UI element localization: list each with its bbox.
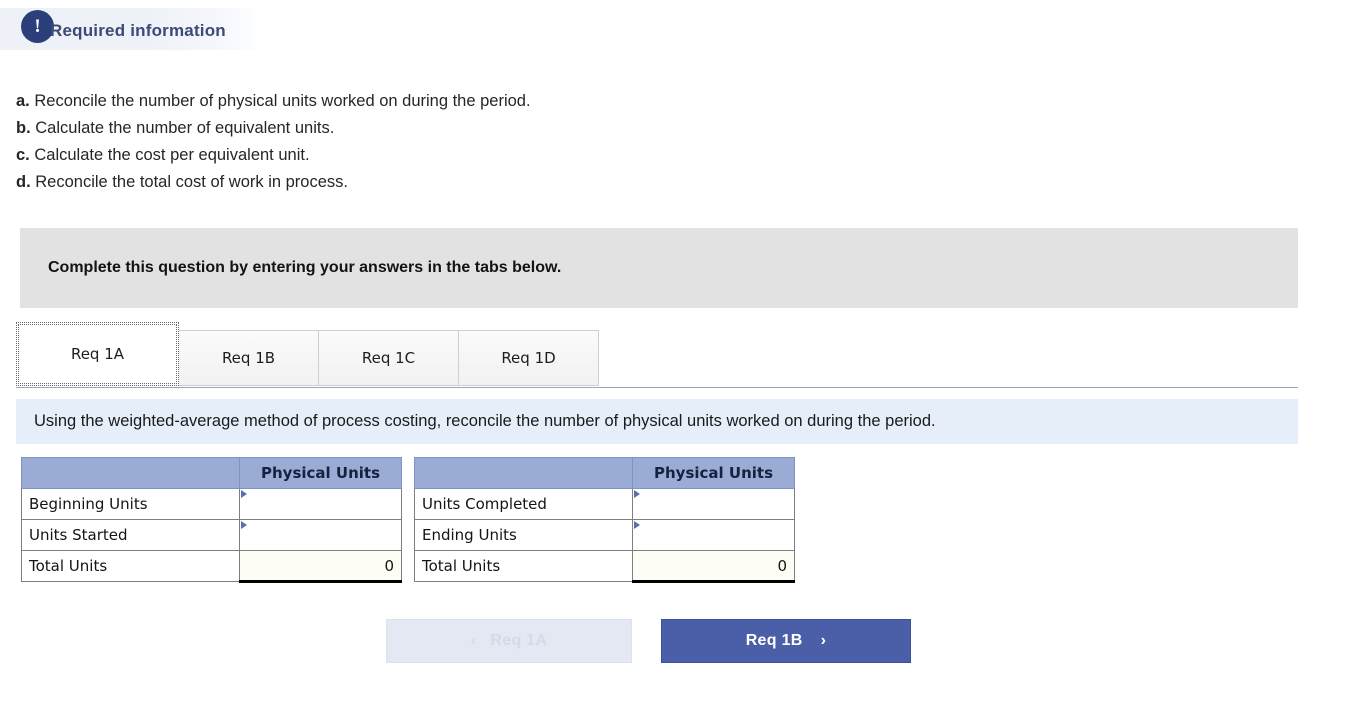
instruction-strip-text: Complete this question by entering your … xyxy=(48,259,562,276)
tab-divider xyxy=(16,387,1298,388)
prompt-text: Using the weighted-average method of pro… xyxy=(34,412,936,430)
required-information-title: Required information xyxy=(50,21,226,40)
right-table: Physical Units Units Completed Ending Un… xyxy=(414,457,795,583)
table-row: Total Units 0 xyxy=(21,550,402,583)
requirement-item-b: b. Calculate the number of equivalent un… xyxy=(16,115,1216,142)
tab-req-1c[interactable]: Req 1C xyxy=(318,330,459,386)
table-row: Units Started xyxy=(21,519,402,551)
instruction-strip: Complete this question by entering your … xyxy=(20,228,1298,308)
left-row-label-units-started: Units Started xyxy=(21,519,240,551)
requirement-text-b: Calculate the number of equivalent units… xyxy=(35,119,335,137)
requirement-list: a. Reconcile the number of physical unit… xyxy=(16,88,1216,196)
prompt-banner: Using the weighted-average method of pro… xyxy=(16,399,1298,444)
left-total-units-value: 0 xyxy=(239,550,402,583)
requirement-label-a: a. xyxy=(16,92,30,110)
requirement-label-d: d. xyxy=(16,173,31,191)
requirement-item-d: d. Reconcile the total cost of work in p… xyxy=(16,169,1216,196)
requirement-item-a: a. Reconcile the number of physical unit… xyxy=(16,88,1216,115)
table-header-row: Physical Units xyxy=(21,457,402,489)
right-input-ending-units[interactable] xyxy=(632,519,795,551)
tab-req-1b[interactable]: Req 1B xyxy=(178,330,319,386)
table-row: Beginning Units xyxy=(21,488,402,520)
left-header-physical-units: Physical Units xyxy=(239,457,402,489)
right-row-label-units-completed: Units Completed xyxy=(414,488,633,520)
next-req-label: Req 1B xyxy=(745,632,803,649)
navigation-buttons: ‹ Req 1A Req 1B › xyxy=(386,619,911,663)
left-table: Physical Units Beginning Units Units Sta… xyxy=(21,457,402,583)
right-header-physical-units: Physical Units xyxy=(632,457,795,489)
tab-req-1d[interactable]: Req 1D xyxy=(458,330,599,386)
answer-tables: Physical Units Beginning Units Units Sta… xyxy=(21,457,795,583)
left-input-beginning-units[interactable] xyxy=(239,488,402,520)
table-header-row: Physical Units xyxy=(414,457,795,489)
right-row-label-ending-units: Ending Units xyxy=(414,519,633,551)
requirement-text-c: Calculate the cost per equivalent unit. xyxy=(34,146,310,164)
tab-req-1a[interactable]: Req 1A xyxy=(16,322,179,386)
requirement-text-d: Reconcile the total cost of work in proc… xyxy=(35,173,348,191)
right-row-label-total-units: Total Units xyxy=(414,550,633,582)
table-row: Units Completed xyxy=(414,488,795,520)
tab-bar: Req 1A Req 1B Req 1C Req 1D xyxy=(16,322,599,386)
table-row: Total Units 0 xyxy=(414,550,795,583)
chevron-right-icon: › xyxy=(820,632,827,649)
left-row-label-beginning-units: Beginning Units xyxy=(21,488,240,520)
requirement-text-a: Reconcile the number of physical units w… xyxy=(34,92,531,110)
left-header-blank xyxy=(21,457,240,489)
right-input-units-completed[interactable] xyxy=(632,488,795,520)
next-req-button[interactable]: Req 1B › xyxy=(661,619,911,663)
table-row: Ending Units xyxy=(414,519,795,551)
previous-req-label: Req 1A xyxy=(490,632,548,649)
previous-req-button[interactable]: ‹ Req 1A xyxy=(386,619,632,663)
requirement-item-c: c. Calculate the cost per equivalent uni… xyxy=(16,142,1216,169)
requirement-label-c: c. xyxy=(16,146,30,164)
right-header-blank xyxy=(414,457,633,489)
left-input-units-started[interactable] xyxy=(239,519,402,551)
requirement-label-b: b. xyxy=(16,119,31,137)
chevron-left-icon: ‹ xyxy=(470,632,477,649)
left-row-label-total-units: Total Units xyxy=(21,550,240,582)
right-total-units-value: 0 xyxy=(632,550,795,583)
